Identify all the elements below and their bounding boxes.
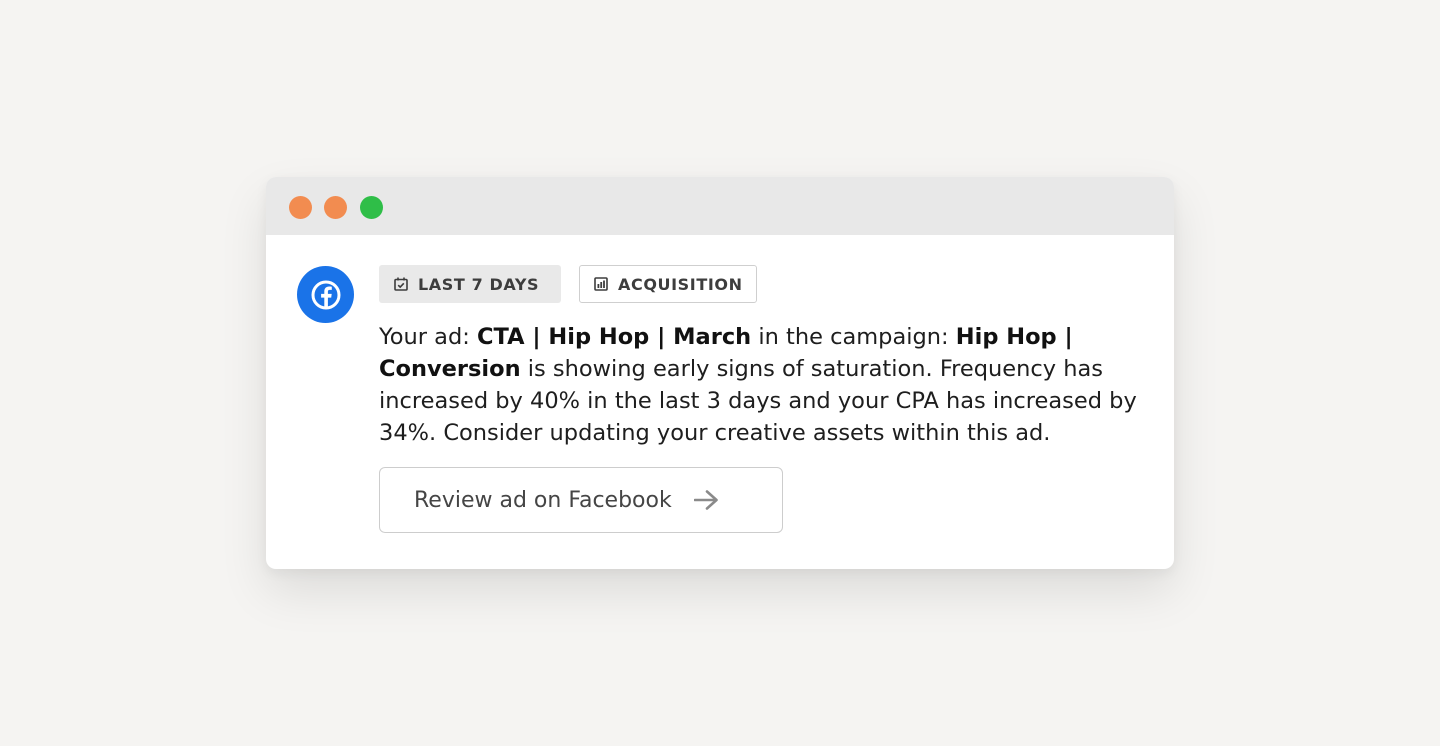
facebook-icon	[297, 266, 354, 323]
chart-bar-icon	[594, 277, 608, 291]
category-tag-label: ACQUISITION	[618, 274, 743, 294]
calendar-check-icon	[394, 277, 408, 291]
date-range-tag[interactable]: LAST 7 DAYS	[379, 265, 561, 303]
window-titlebar	[266, 177, 1174, 235]
alert-message: Your ad: CTA | Hip Hop | March in the ca…	[379, 321, 1149, 449]
window-maximize-dot-icon[interactable]	[360, 196, 383, 219]
review-ad-button[interactable]: Review ad on Facebook	[379, 467, 783, 533]
window-minimize-dot-icon[interactable]	[324, 196, 347, 219]
alert-window: LAST 7 DAYS ACQUISITION Your ad: CTA | H…	[266, 177, 1174, 569]
ad-name: CTA | Hip Hop | March	[477, 324, 752, 350]
date-range-tag-label: LAST 7 DAYS	[418, 274, 540, 294]
review-ad-button-label: Review ad on Facebook	[414, 487, 672, 513]
arrow-right-icon	[693, 489, 720, 511]
window-close-dot-icon[interactable]	[289, 196, 312, 219]
message-text-part: in the campaign:	[751, 324, 956, 350]
category-tag[interactable]: ACQUISITION	[579, 265, 757, 303]
message-text-part: Your ad:	[379, 324, 477, 350]
